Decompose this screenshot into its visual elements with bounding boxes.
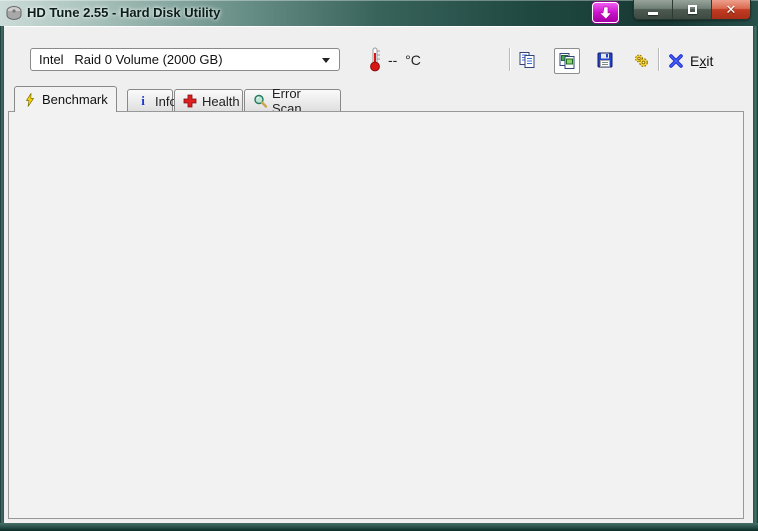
benchmark-tab-page [8,111,744,519]
tab-benchmark-label: Benchmark [42,92,108,107]
caption-buttons: ✕ [633,0,751,20]
thermometer-icon [370,47,380,72]
app-icon [6,6,22,20]
health-cross-icon [183,94,197,108]
lightning-icon [25,92,35,107]
tab-health[interactable]: Health [174,89,243,112]
down-arrow-icon [598,6,612,19]
tab-health-label: Health [202,93,240,109]
options-button[interactable] [633,52,649,68]
close-button[interactable]: ✕ [712,0,750,19]
window-border-left [0,26,4,523]
tab-info[interactable]: i Info [127,89,177,112]
drive-select-dropdown[interactable]: Intel Raid 0 Volume (2000 GB) [30,48,340,71]
drive-select-value: Intel Raid 0 Volume (2000 GB) [39,52,223,67]
client-highlight [4,26,753,27]
chevron-down-icon [322,58,330,63]
save-button[interactable] [597,52,613,68]
title-bar[interactable]: HD Tune 2.55 - Hard Disk Utility ✕ [0,0,758,26]
minimize-button[interactable] [634,0,673,19]
tab-error-scan[interactable]: Error Scan [244,86,341,116]
exit-x-icon[interactable] [668,53,684,69]
download-overlay-button[interactable] [592,2,619,23]
copy-text-button[interactable] [519,52,535,68]
window-title: HD Tune 2.55 - Hard Disk Utility [27,5,221,20]
copy-screenshot-icon [559,53,575,69]
close-icon: ✕ [725,1,737,17]
toolbar-separator [658,48,659,71]
tab-benchmark[interactable]: Benchmark [14,86,117,112]
exit-button[interactable]: Exit [690,53,713,69]
maximize-icon [687,5,697,14]
temperature-readout: -- °C [388,52,421,68]
maximize-button[interactable] [673,0,712,19]
window-border-bottom [0,523,758,531]
toolbar-separator [509,48,510,71]
minimize-icon [648,12,658,15]
magnifier-icon [254,94,267,108]
window-border-right [753,26,758,523]
hd-tune-window: HD Tune 2.55 - Hard Disk Utility ✕ Intel… [0,0,758,531]
info-icon: i [141,93,145,108]
